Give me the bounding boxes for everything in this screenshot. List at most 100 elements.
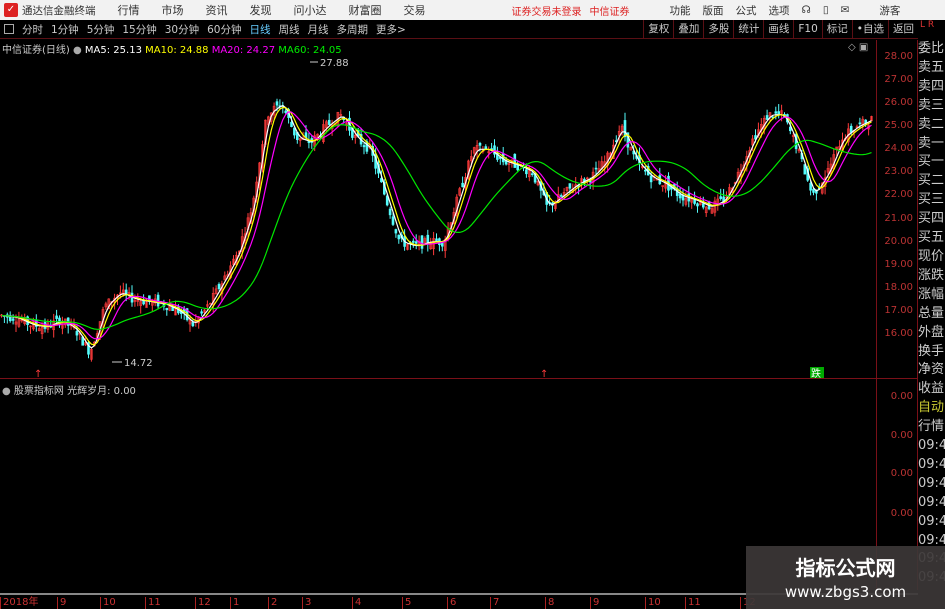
date-tick: 3 xyxy=(302,597,311,609)
multi-stock-button[interactable]: 多股 xyxy=(703,20,733,39)
message-icon[interactable]: ✉ xyxy=(841,4,850,16)
side-label: 行情 xyxy=(918,419,945,435)
candle-body xyxy=(75,331,79,336)
menu-item[interactable]: 行情 xyxy=(118,2,140,18)
price-tick: 24.00 xyxy=(884,143,913,155)
candle-body xyxy=(849,125,853,133)
menu-layout[interactable]: 版面 xyxy=(703,3,724,18)
settings-circle-icon[interactable]: ● xyxy=(73,45,82,56)
period-tab[interactable]: 5分钟 xyxy=(87,22,115,37)
mark-button[interactable]: 标记 xyxy=(821,20,852,39)
date-tick: 12 xyxy=(195,597,211,609)
price-tick: 17.00 xyxy=(884,304,913,316)
watermark-url: www.zbgs3.com xyxy=(784,583,907,601)
menu-item[interactable]: 市场 xyxy=(162,2,184,18)
menu-function[interactable]: 功能 xyxy=(670,3,691,18)
side-label: 卖三 xyxy=(918,97,945,113)
headset-icon[interactable]: ☊ xyxy=(802,4,811,16)
candle-body xyxy=(391,216,395,225)
candle-body xyxy=(513,153,517,168)
app-logo-icon: ✓ xyxy=(4,3,18,17)
indicator-value: 光辉岁月: 0.00 xyxy=(67,386,136,397)
price-tick: 16.00 xyxy=(884,327,913,339)
user-label[interactable]: 游客 xyxy=(879,3,900,18)
date-tick: 2 xyxy=(268,597,277,609)
ma5-value: MA5: 25.13 xyxy=(84,45,142,56)
overlay-button[interactable]: 叠加 xyxy=(673,20,703,39)
watermark: 指标公式网 www.zbgs3.com xyxy=(746,546,945,609)
candle-body xyxy=(478,143,482,146)
menu-options[interactable]: 选项 xyxy=(769,3,790,18)
date-tick: 5 xyxy=(402,597,411,609)
price-axis: 28.00 27.00 26.00 25.00 24.00 23.00 22.00 21.00… xyxy=(876,40,918,590)
side-label: 卖一 xyxy=(918,135,945,151)
ma10-value: MA10: 24.88 xyxy=(145,45,209,56)
candle-body xyxy=(217,284,221,289)
menu-item[interactable]: 资讯 xyxy=(206,2,228,18)
date-tick: 9 xyxy=(590,597,599,609)
back-button[interactable]: 返回 xyxy=(888,20,918,39)
broker-link[interactable]: 中信证券 xyxy=(590,3,630,18)
candle-body xyxy=(774,111,778,114)
period-tab[interactable]: 分时 xyxy=(22,22,43,37)
settings-circle-icon[interactable]: ● xyxy=(2,386,11,397)
menu-item[interactable]: 问小达 xyxy=(294,2,327,18)
candle-body xyxy=(809,182,812,191)
candle-body xyxy=(777,111,781,115)
menu-item[interactable]: 交易 xyxy=(404,2,426,18)
corner-label: L R xyxy=(920,20,935,30)
phone-icon[interactable]: ▯ xyxy=(823,4,829,16)
f10-button[interactable]: F10 xyxy=(793,20,821,39)
menu-formula[interactable]: 公式 xyxy=(736,3,757,18)
period-tab[interactable]: 多周期 xyxy=(337,22,369,37)
high-label: 27.88 xyxy=(320,58,349,69)
toggle-icon[interactable] xyxy=(4,24,14,34)
candle-body xyxy=(275,101,279,106)
price-tick: 27.00 xyxy=(884,74,913,86)
price-tick: 23.00 xyxy=(884,166,913,178)
side-label: 买五 xyxy=(918,230,945,246)
candle-body xyxy=(55,315,58,319)
diamond-icon[interactable]: ◇ ▣ xyxy=(848,42,868,53)
period-tab[interactable]: 周线 xyxy=(279,22,300,37)
candle-body xyxy=(420,235,424,249)
menu-item[interactable]: 财富圈 xyxy=(349,2,382,18)
candle-body xyxy=(812,188,815,193)
period-tab[interactable]: 60分钟 xyxy=(207,22,241,37)
restore-rights-button[interactable]: 复权 xyxy=(643,20,673,39)
candle-body xyxy=(165,308,169,311)
side-label: 涨幅 xyxy=(918,286,945,302)
period-tab[interactable]: 1分钟 xyxy=(51,22,79,37)
kline-chart[interactable]: 27.8814.72↑ ↑ 跌 xyxy=(0,40,876,593)
side-label: 09:47 xyxy=(918,456,945,472)
login-status-link[interactable]: 证券交易未登录 xyxy=(512,3,582,18)
candle-body xyxy=(701,203,705,208)
candle-body xyxy=(525,169,528,175)
candle-body xyxy=(414,241,418,244)
candle-body xyxy=(200,311,203,314)
date-tick: 10 xyxy=(645,597,661,609)
side-label: 买一 xyxy=(918,154,945,170)
period-tab-active[interactable]: 日线 xyxy=(250,22,271,37)
side-label: 买四 xyxy=(918,211,945,227)
candle-body xyxy=(327,119,331,125)
candle-body xyxy=(284,110,288,113)
watchlist-button[interactable]: •自选 xyxy=(851,20,888,39)
candle-body xyxy=(484,146,488,149)
menu-item[interactable]: 发现 xyxy=(250,2,272,18)
statistics-button[interactable]: 统计 xyxy=(733,20,763,39)
app-title: 通达信金融终端 xyxy=(22,4,96,17)
candle-body xyxy=(191,321,195,327)
side-label: 收益 xyxy=(918,381,945,397)
candle-body xyxy=(290,121,293,127)
draw-line-button[interactable]: 画线 xyxy=(763,20,793,39)
period-tab[interactable]: 15分钟 xyxy=(122,22,156,37)
period-tab[interactable]: 30分钟 xyxy=(165,22,199,37)
period-tab[interactable]: 月线 xyxy=(308,22,329,37)
side-label: 买三 xyxy=(918,192,945,208)
side-label: 外盘 xyxy=(918,324,945,340)
price-tick: 18.00 xyxy=(884,281,913,293)
ma60-value: MA60: 24.05 xyxy=(278,45,342,56)
more-button[interactable]: 更多> xyxy=(376,22,406,37)
date-tick: 4 xyxy=(352,597,361,609)
